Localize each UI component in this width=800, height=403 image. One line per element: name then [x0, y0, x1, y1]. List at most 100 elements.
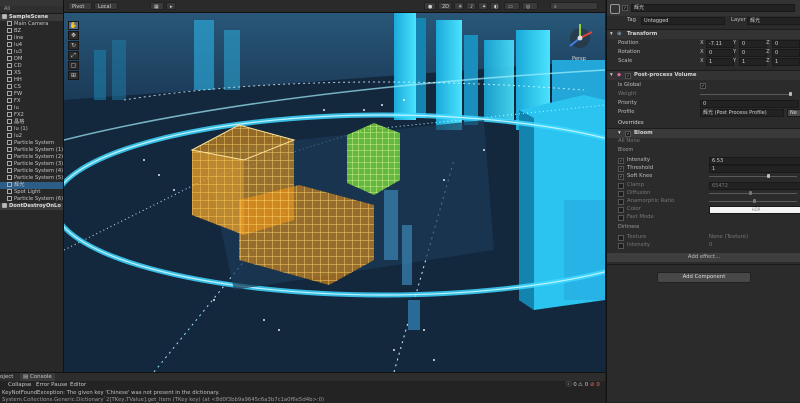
dirt-intensity-field[interactable]: 0	[709, 241, 712, 249]
diffusion-override-checkbox[interactable]	[618, 190, 624, 197]
hierarchy-item[interactable]: HH	[0, 77, 63, 84]
hierarchy-item[interactable]: Particle System (6)	[0, 196, 63, 203]
effects-icon[interactable]: ✦	[478, 2, 488, 10]
dirt-texture-field[interactable]: None (Texture)	[709, 233, 748, 241]
collapse-button[interactable]: Collapse	[8, 381, 31, 389]
dirt-intensity-override-checkbox[interactable]	[618, 242, 624, 249]
threshold-override-checkbox[interactable]: ✓	[618, 165, 624, 172]
hierarchy-scene-row[interactable]: DontDestroyOnLo	[0, 203, 63, 210]
priority-field[interactable]: 0	[700, 99, 799, 108]
move-tool-icon[interactable]: ✥	[68, 31, 79, 40]
hierarchy-item[interactable]: 辉光	[0, 182, 63, 189]
warning-count-icon[interactable]: ⚠ 0	[578, 381, 588, 389]
transform-tool-icon[interactable]: ⊞	[68, 71, 79, 80]
hierarchy-item[interactable]: line	[0, 35, 63, 42]
intensity-override-checkbox[interactable]: ✓	[618, 157, 624, 164]
anamorphic-slider-knob[interactable]	[753, 199, 756, 203]
scene-view[interactable]: Persp	[64, 0, 605, 372]
hierarchy-item[interactable]: FW	[0, 91, 63, 98]
hidden-objects-icon[interactable]: ◐	[490, 2, 500, 10]
hierarchy-item[interactable]: lu2	[0, 133, 63, 140]
color-override-checkbox[interactable]	[618, 206, 624, 213]
hierarchy-item[interactable]: lu3	[0, 49, 63, 56]
gizmos-icon[interactable]: ◎	[522, 2, 538, 10]
clamp-override-checkbox[interactable]	[618, 182, 624, 189]
add-effect-button[interactable]: Add effect...	[607, 253, 800, 262]
soft-knee-override-checkbox[interactable]: ✓	[618, 173, 624, 180]
diffusion-slider[interactable]	[709, 193, 797, 194]
tag-dropdown[interactable]: Untagged	[641, 16, 725, 25]
project-tab[interactable]: oject	[0, 373, 13, 381]
hierarchy-item[interactable]: Particle System	[0, 140, 63, 147]
hierarchy-item[interactable]: lu	[0, 105, 63, 112]
anamorphic-override-checkbox[interactable]	[618, 198, 624, 205]
ppv-header[interactable]: ▾ ◆ ✓ Post-process Volume	[607, 70, 800, 80]
transform-z-field[interactable]: 0	[772, 48, 800, 57]
hierarchy-scene-row[interactable]: SampleScene	[0, 14, 63, 21]
new-profile-button[interactable]: Ne	[787, 108, 800, 117]
error-count-icon[interactable]: ⊘ 0	[590, 381, 600, 389]
scene-render[interactable]	[64, 0, 605, 372]
transform-y-field[interactable]: 0	[739, 39, 767, 48]
soft-knee-slider[interactable]	[709, 176, 797, 177]
profile-field[interactable]: 辉光 (Post Process Profile)	[700, 108, 784, 117]
camera-settings-icon[interactable]: ▭	[504, 2, 520, 10]
hierarchy-item[interactable]: FX	[0, 98, 63, 105]
transform-x-field[interactable]: -7.11	[706, 39, 734, 48]
hierarchy-item[interactable]: lu4	[0, 42, 63, 49]
transform-z-field[interactable]: 0	[772, 39, 800, 48]
hierarchy-item[interactable]: DM	[0, 56, 63, 63]
hierarchy-item[interactable]: CD	[0, 63, 63, 70]
all-none-row[interactable]: All None	[607, 137, 800, 145]
weight-slider[interactable]	[700, 94, 790, 95]
hand-tool-icon[interactable]: ✋	[68, 21, 79, 30]
transform-z-field[interactable]: 1	[772, 57, 800, 66]
persp-label[interactable]: Persp	[572, 56, 586, 62]
is-global-checkbox[interactable]: ✓	[700, 82, 706, 89]
fast-mode-override-checkbox[interactable]	[618, 214, 624, 221]
console-log-line[interactable]: KeyNotFoundException: The given key 'Chi…	[2, 390, 220, 396]
hierarchy-item[interactable]: XS	[0, 70, 63, 77]
transform-y-field[interactable]: 0	[739, 48, 767, 57]
hierarchy-item[interactable]: Particle System (2)	[0, 154, 63, 161]
ppv-enabled-checkbox[interactable]: ✓	[625, 73, 631, 79]
console-log-line[interactable]: System.Collections.Generic.Dictionary`2[…	[2, 397, 324, 403]
transform-x-field[interactable]: 1	[706, 57, 734, 66]
hierarchy-item[interactable]: Particle System (5)	[0, 175, 63, 182]
editor-dropdown[interactable]: Editor	[70, 381, 86, 389]
scale-tool-icon[interactable]: ⤢	[68, 51, 79, 60]
object-name-field[interactable]: 辉光	[631, 4, 795, 12]
rect-tool-icon[interactable]: ▢	[68, 61, 79, 70]
scene-search-input[interactable]: ⌕	[550, 2, 598, 10]
lighting-icon[interactable]: ☀	[454, 2, 464, 10]
hierarchy-item[interactable]: Particle System (4)	[0, 168, 63, 175]
transform-y-field[interactable]: 1	[739, 57, 767, 66]
hierarchy-search[interactable]: All	[0, 6, 63, 14]
hierarchy-item[interactable]: 晶格	[0, 119, 63, 126]
grid-snap-button[interactable]: ▦	[150, 2, 164, 10]
add-component-button[interactable]: Add Component	[657, 272, 751, 283]
pivot-toggle[interactable]: Pivot	[68, 2, 92, 10]
rotate-tool-icon[interactable]: ↻	[68, 41, 79, 50]
hierarchy-item[interactable]: lu (1)	[0, 126, 63, 133]
shading-mode-button[interactable]: ●	[424, 2, 436, 10]
layer-dropdown[interactable]: 辉光	[747, 16, 800, 25]
diffusion-slider-knob[interactable]	[749, 191, 752, 195]
hierarchy-item[interactable]: BZ	[0, 28, 63, 35]
console-tab[interactable]: ▤ Console	[20, 373, 55, 381]
transform-header[interactable]: ▾ ⊕ Transform	[607, 29, 800, 39]
info-count-icon[interactable]: ⓘ 0	[566, 381, 577, 389]
hierarchy-item[interactable]: Main Camera	[0, 21, 63, 28]
toggle-2d-button[interactable]: 2D	[438, 2, 452, 10]
soft-knee-slider-knob[interactable]	[767, 174, 770, 178]
hierarchy-item[interactable]: Spot Light	[0, 189, 63, 196]
hierarchy-item[interactable]: FX2	[0, 112, 63, 119]
hierarchy-item[interactable]: CS	[0, 84, 63, 91]
snap-increment-button[interactable]: ▸	[166, 2, 176, 10]
transform-x-field[interactable]: 0	[706, 48, 734, 57]
weight-slider-knob[interactable]	[789, 92, 792, 96]
hierarchy-item[interactable]: Particle System (3)	[0, 161, 63, 168]
space-toggle[interactable]: Local	[94, 2, 118, 10]
audio-icon[interactable]: ♪	[466, 2, 476, 10]
hierarchy-item[interactable]: Particle System (1)	[0, 147, 63, 154]
